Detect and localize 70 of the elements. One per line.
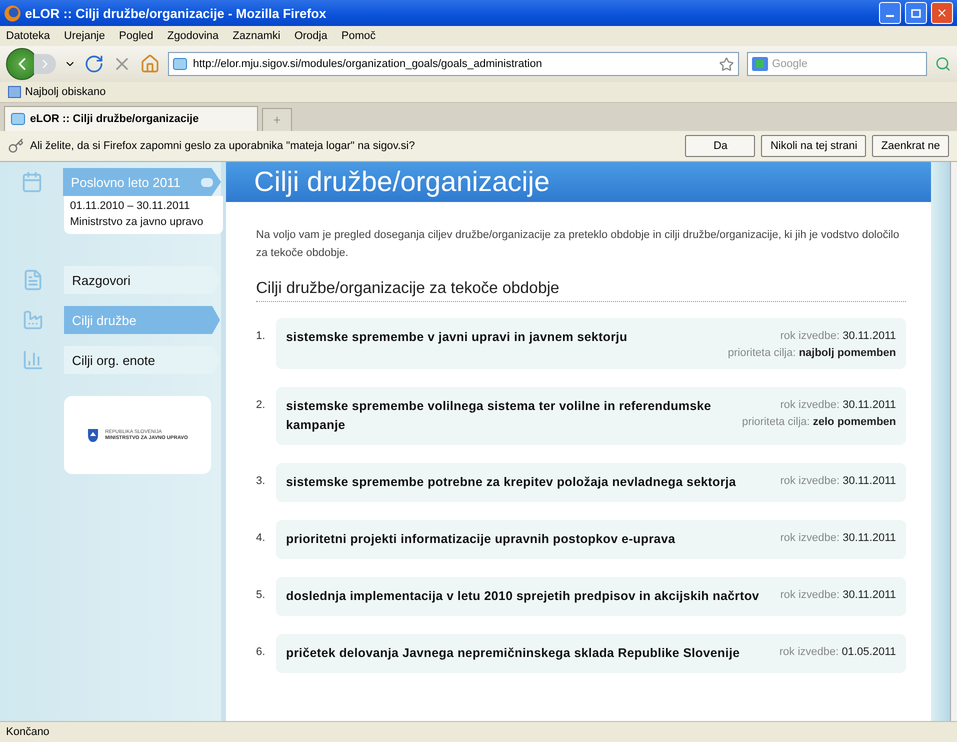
scrollbar[interactable] — [950, 162, 957, 721]
coat-of-arms-icon — [87, 428, 100, 442]
notification-button[interactable]: Zaenkrat ne — [872, 135, 949, 157]
notification-button[interactable]: Nikoli na tej strani — [761, 135, 866, 157]
new-tab-button[interactable] — [262, 108, 292, 131]
year-title: Poslovno leto 2011 — [70, 174, 181, 190]
deadline-text: rok izvedbe: 30.11.2011 — [780, 588, 896, 601]
site-icon — [11, 113, 25, 125]
close-button[interactable] — [931, 2, 953, 24]
deadline-text: rok izvedbe: 30.11.2011 — [780, 329, 896, 342]
document-icon — [22, 269, 44, 291]
maximize-icon — [911, 8, 921, 18]
organization-text: Ministrstvo za javno upravo — [70, 216, 204, 228]
status-text: Končano — [6, 726, 50, 738]
address-field[interactable]: http://elor.mju.sigov.si/modules/organization_goals/goals_administration — [168, 52, 739, 76]
goal-title: prioritetni projekti informatizacije upravnih postopkov e-uprava — [286, 531, 676, 548]
deadline-text: rok izvedbe: 30.11.2011 — [780, 398, 896, 411]
sidebar-item[interactable]: Razgovori — [64, 266, 220, 294]
goal-number: 6. — [256, 645, 266, 660]
period-text: 01.11.2010 – 30.11.2011 — [70, 200, 191, 212]
sidebar-item[interactable]: Cilji org. enote — [64, 346, 220, 374]
maximize-button[interactable] — [905, 2, 927, 24]
tab-label: eLOR :: Cilji družbe/organizacije — [30, 113, 199, 125]
bookmark-star-icon[interactable] — [719, 56, 734, 72]
site-icon — [173, 58, 187, 70]
notification-text: Ali želite, da si Firefox zapomni geslo za uporabnika "mateja logar" na sigov.si? — [30, 140, 416, 152]
window-title: eLOR :: Cilji družbe/organizacije - Mozilla Firefox — [25, 6, 328, 20]
firefox-logo-icon — [4, 4, 21, 22]
section-heading: Cilji družbe/organizacije za tekoče obdobje — [256, 280, 906, 302]
key-icon — [8, 138, 24, 154]
priority-text: prioriteta cilja: najbolj pomemben — [728, 346, 896, 359]
plus-icon — [272, 115, 282, 125]
minimize-icon — [886, 15, 894, 17]
close-icon — [936, 7, 948, 19]
search-engine-icon — [752, 57, 768, 71]
goal-number: 5. — [256, 588, 266, 603]
search-icon[interactable] — [935, 56, 951, 72]
menu-item[interactable]: Urejanje — [64, 30, 105, 42]
home-icon[interactable] — [140, 54, 160, 74]
menu-item[interactable]: Pomoč — [341, 30, 376, 42]
goal-title: sistemske spremembe potrebne za krepitev položaja nevladnega sektorja — [286, 474, 736, 491]
goal-title: sistemske spremembe v javni upravi in javnem sektorju — [286, 329, 628, 346]
goal-number: 1. — [256, 329, 266, 344]
deadline-text: rok izvedbe: 30.11.2011 — [780, 531, 896, 544]
deadline-text: rok izvedbe: 01.05.2011 — [779, 645, 896, 658]
goal-number: 4. — [256, 531, 266, 546]
menu-item[interactable]: Pogled — [119, 30, 154, 42]
priority-text: prioriteta cilja: zelo pomemben — [742, 415, 896, 428]
reload-icon[interactable] — [84, 54, 104, 74]
deadline-text: rok izvedbe: 30.11.2011 — [780, 474, 896, 487]
browser-tab[interactable]: eLOR :: Cilji družbe/organizacije — [4, 106, 258, 131]
notification-button[interactable]: Da — [685, 135, 756, 157]
bookmark-folder-icon — [8, 86, 21, 98]
goal-number: 2. — [256, 398, 266, 413]
menu-item[interactable]: Zgodovina — [167, 30, 219, 42]
intro-text: Na voljo vam je pregled doseganja ciljev družbe/organizacije za preteklo obdobje in cilji družbe/organizacije, ki jih je vodstvo določilo za tekoče obdobje. — [256, 228, 900, 261]
goal-title: doslednja implementacija v letu 2010 sprejetih predpisov in akcijskih načrtov — [286, 588, 760, 605]
menu-item[interactable]: Datoteka — [6, 30, 50, 42]
menu-item[interactable]: Zaznamki — [232, 30, 280, 42]
menu-item[interactable]: Orodja — [294, 30, 328, 42]
minimize-button[interactable] — [879, 2, 901, 24]
bar-chart-icon — [22, 349, 44, 371]
goal-title: pričetek delovanja Javnega nepremičninskega sklada Republike Slovenije — [286, 645, 740, 662]
page-title: Cilji družbe/organizacije — [254, 166, 550, 198]
tag-icon — [201, 178, 213, 186]
goal-number: 3. — [256, 474, 266, 489]
goal-title: sistemske spremembe volilnega sistema ter volilne in referendumske kampanje — [286, 398, 712, 434]
bookmark-link[interactable]: Najbolj obiskano — [25, 86, 106, 98]
calendar-icon — [21, 171, 44, 193]
factory-icon — [22, 309, 44, 331]
